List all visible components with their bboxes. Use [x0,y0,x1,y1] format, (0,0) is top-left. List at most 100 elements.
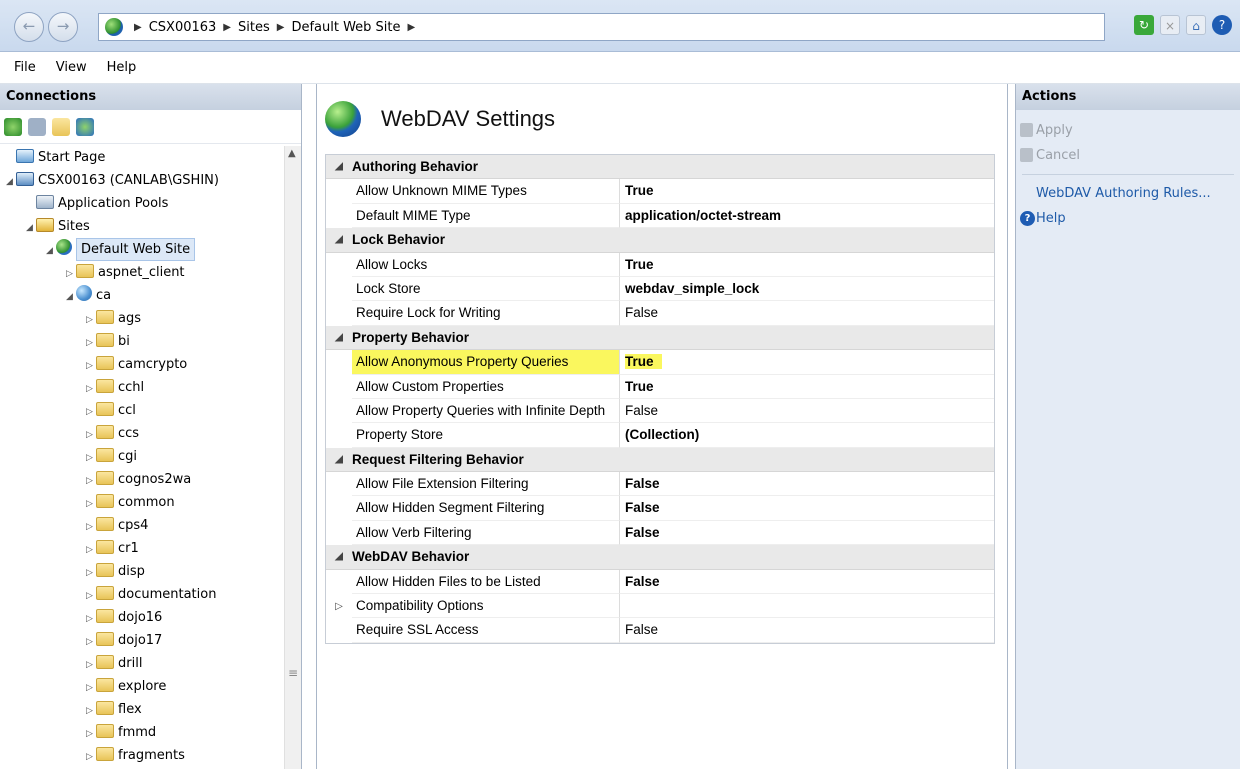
breadcrumb-server[interactable]: CSX00163 [149,20,217,35]
collapse-arrow-icon[interactable]: ◢ [26,217,36,240]
breadcrumb[interactable]: ▶ CSX00163 ▶ Sites ▶ Default Web Site ▶ [98,13,1105,41]
home-icon[interactable]: ⌂ [1186,15,1206,35]
expand-arrow-icon[interactable]: ▷ [86,401,96,424]
webdav-authoring-rules-link[interactable]: WebDAV Authoring Rules... [1016,181,1240,206]
property-row[interactable]: Allow Custom Properties True [326,374,994,399]
tree-item[interactable]: ▷ cgi [0,445,284,468]
property-row[interactable]: Allow Hidden Files to be Listed False [326,569,994,595]
property-value[interactable]: False [620,521,994,546]
menu-help[interactable]: Help [97,60,147,75]
expand-arrow-icon[interactable]: ▷ [86,585,96,608]
property-value[interactable] [620,594,994,619]
tree-item[interactable]: ▷ documentation [0,583,284,606]
property-row[interactable]: Require Lock for Writing False [326,301,994,326]
collapse-arrow-icon[interactable]: ◢ [326,332,352,343]
collapse-arrow-icon[interactable]: ◢ [326,551,352,562]
tree-item[interactable]: ▷ ags [0,307,284,330]
tree-item[interactable]: Application Pools [0,192,284,215]
property-row[interactable]: ▷ Compatibility Options [326,594,994,619]
expand-arrow-icon[interactable]: ▷ [86,608,96,631]
tree-item[interactable]: ▷ cps4 [0,514,284,537]
expand-arrow-icon[interactable]: ▷ [86,493,96,516]
scroll-up-icon[interactable]: ▲ [288,148,296,159]
property-row[interactable]: Allow Hidden Segment Filtering False [326,496,994,521]
property-value[interactable]: False [620,496,994,521]
property-category[interactable]: ◢ Request Filtering Behavior [326,447,994,473]
tree-item[interactable]: ◢ Sites [0,215,284,238]
forward-button[interactable]: → [48,12,78,42]
property-value[interactable]: False [620,399,994,424]
tree-scrollbar[interactable]: ▲ ≡ [284,146,301,769]
refresh-icon[interactable]: ↻ [1134,15,1154,35]
expand-arrow-icon[interactable]: ▷ [86,470,96,493]
expand-arrow-icon[interactable]: ▷ [86,677,96,700]
property-value[interactable]: False [620,618,994,643]
property-category[interactable]: ◢ Property Behavior [326,325,994,351]
expand-arrow-icon[interactable]: ▷ [86,355,96,378]
property-row[interactable]: Allow Anonymous Property Queries True [326,350,994,375]
apply-action[interactable]: Apply [1016,118,1240,143]
help-action[interactable]: ? Help [1016,206,1240,231]
collapse-arrow-icon[interactable]: ◢ [326,454,352,465]
tree-item[interactable]: ▷ cchl [0,376,284,399]
expand-arrow-icon[interactable]: ▷ [86,424,96,447]
property-value[interactable]: True [620,179,994,204]
scroll-grip-icon[interactable]: ≡ [288,666,298,680]
expand-arrow-icon[interactable]: ▷ [86,631,96,654]
property-value[interactable]: True [620,375,994,399]
expand-arrow-icon[interactable]: ▷ [86,516,96,539]
menu-file[interactable]: File [4,60,46,75]
breadcrumb-site[interactable]: Default Web Site [291,20,400,35]
tree-item[interactable]: ◢ ca [0,284,284,307]
expand-arrow-icon[interactable]: ▷ [86,700,96,723]
expand-arrow-icon[interactable]: ▷ [86,332,96,355]
tree-item[interactable]: ▷ ccs [0,422,284,445]
tree-item[interactable]: ▷ disp [0,560,284,583]
collapse-arrow-icon[interactable]: ◢ [6,171,16,194]
property-value[interactable]: False [620,570,994,595]
tree-item[interactable]: ▷ dojo17 [0,629,284,652]
expand-arrow-icon[interactable]: ▷ [86,309,96,332]
property-value[interactable]: application/octet-stream [620,204,994,229]
property-row[interactable]: Allow Unknown MIME Types True [326,179,994,204]
tree-item[interactable]: ▷ cr1 [0,537,284,560]
tree-item[interactable]: ▷ drill [0,652,284,675]
tree-item[interactable]: ▷ fragments [0,744,284,767]
expand-arrow-icon[interactable]: ▷ [86,378,96,401]
tree-item[interactable]: ▷ cognos2wa [0,468,284,491]
tree-item[interactable]: ▷ camcrypto [0,353,284,376]
property-value[interactable]: webdav_simple_lock [620,277,994,302]
collapse-arrow-icon[interactable]: ◢ [46,240,56,263]
expand-arrow-icon[interactable]: ▷ [326,601,352,612]
property-value[interactable]: True [620,253,994,277]
property-category[interactable]: ◢ Lock Behavior [326,228,994,253]
property-value[interactable]: (Collection) [620,423,994,448]
tree-item[interactable]: ▷ ccl [0,399,284,422]
breadcrumb-sites[interactable]: Sites [238,20,270,35]
help-icon[interactable]: ? [1212,15,1232,35]
property-category[interactable]: ◢ Authoring Behavior [326,155,994,180]
property-row[interactable]: Allow Verb Filtering False [326,520,994,546]
property-value[interactable]: False [620,301,994,326]
up-folder-icon[interactable] [52,117,70,136]
property-value[interactable]: True [620,350,994,375]
property-row[interactable]: Allow File Extension Filtering False [326,472,994,497]
expand-arrow-icon[interactable]: ▷ [86,447,96,470]
property-row[interactable]: Allow Property Queries with Infinite Dep… [326,398,994,424]
back-button[interactable]: ← [14,12,44,42]
tree-item[interactable]: ▷ bi [0,330,284,353]
tree-item[interactable]: ▷ common [0,491,284,514]
tree-item[interactable]: ▷ aspnet_client [0,261,284,284]
tree-item[interactable]: ◢ Default Web Site [0,238,284,261]
tree-item[interactable]: ▷ flex [0,698,284,721]
collapse-arrow-icon[interactable]: ◢ [326,234,352,245]
property-row[interactable]: Property Store (Collection) [326,423,994,448]
expand-arrow-icon[interactable]: ▷ [86,539,96,562]
tree-item[interactable]: ▷ fmmd [0,721,284,744]
property-value[interactable]: False [620,472,994,497]
expand-arrow-icon[interactable]: ▷ [66,263,76,286]
tree-item[interactable]: ◢ CSX00163 (CANLAB\GSHIN) [0,169,284,192]
save-icon[interactable] [28,117,46,136]
tree-item[interactable]: Start Page [0,146,284,169]
tree-item[interactable]: ▷ dojo16 [0,606,284,629]
